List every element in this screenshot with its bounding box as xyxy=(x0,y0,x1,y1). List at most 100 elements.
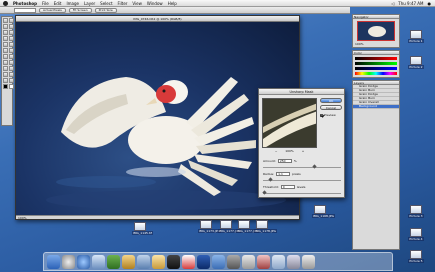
system-preferences-icon[interactable] xyxy=(227,255,240,269)
zoom-tool-icon[interactable] xyxy=(9,78,14,83)
menu-image[interactable]: Image xyxy=(66,1,79,6)
red-slider[interactable] xyxy=(355,57,397,60)
ichat-icon[interactable] xyxy=(107,255,120,269)
menu-select[interactable]: Select xyxy=(100,1,112,6)
type-tool-icon[interactable] xyxy=(9,60,14,65)
itunes-icon[interactable] xyxy=(137,255,150,269)
foreground-color-swatch[interactable] xyxy=(3,84,8,89)
print-size-button[interactable]: Print Size xyxy=(94,7,117,13)
menu-edit[interactable]: Edit xyxy=(54,1,62,6)
desktop-file-icon[interactable]: Picture 2 xyxy=(408,56,424,69)
path-selection-tool-icon[interactable] xyxy=(3,60,8,65)
actual-pixels-button[interactable]: Actual Pixels xyxy=(39,7,66,13)
address-book-icon[interactable] xyxy=(122,255,135,269)
healing-brush-tool-icon[interactable] xyxy=(3,36,8,41)
blur-tool-icon[interactable] xyxy=(3,54,8,59)
threshold-slider[interactable] xyxy=(262,190,341,195)
spotlight-icon[interactable]: ● xyxy=(428,1,432,6)
lasso-tool-icon[interactable] xyxy=(3,24,8,29)
preview-checkbox-row[interactable]: Preview xyxy=(320,113,336,117)
radius-slider[interactable] xyxy=(263,177,341,182)
green-slider[interactable] xyxy=(355,62,397,65)
amount-label: Amount: xyxy=(263,159,276,163)
menu-file[interactable]: File xyxy=(42,1,49,6)
volume-icon[interactable]: ◁ xyxy=(391,1,394,6)
history-brush-tool-icon[interactable] xyxy=(9,42,14,47)
dodge-tool-icon[interactable] xyxy=(9,54,14,59)
pen-tool-icon[interactable] xyxy=(3,66,8,71)
color-title[interactable]: Color xyxy=(353,51,399,55)
imovie-icon[interactable] xyxy=(167,255,180,269)
magic-wand-tool-icon[interactable] xyxy=(9,24,14,29)
cancel-button[interactable]: Cancel xyxy=(320,105,342,110)
desktop-file-icon[interactable]: IMG_1168.JPG xyxy=(312,205,335,218)
desktop-file-icon[interactable]: IMG_1173.JPG xyxy=(198,220,221,233)
safari-icon[interactable] xyxy=(77,255,90,269)
hand-tool-icon[interactable] xyxy=(3,78,8,83)
ok-button[interactable]: OK xyxy=(320,98,342,103)
desktop-file-icon[interactable]: IMG_1178.JPG xyxy=(254,220,277,233)
menubar-clock[interactable]: Thu 9:47 AM xyxy=(398,1,423,6)
folder-icon[interactable] xyxy=(272,255,285,269)
preview-checkbox[interactable] xyxy=(320,113,323,117)
navigator-thumbnail[interactable] xyxy=(357,21,395,41)
bridge-icon[interactable] xyxy=(212,255,225,269)
desktop-file-icon[interactable]: Picture 5 xyxy=(408,250,424,263)
photoshop-icon[interactable] xyxy=(197,255,210,269)
ical-icon[interactable] xyxy=(182,255,195,269)
trash-icon[interactable] xyxy=(302,255,315,269)
filter-preview[interactable] xyxy=(262,98,317,148)
shape-tool-icon[interactable] xyxy=(9,66,14,71)
amount-slider[interactable] xyxy=(263,164,341,169)
blue-slider[interactable] xyxy=(355,67,397,70)
desktop-file-icon[interactable]: Picture 4 xyxy=(408,228,424,241)
threshold-row: Threshold: 0 levels xyxy=(263,185,306,189)
threshold-field[interactable]: 0 xyxy=(280,185,295,189)
image-canvas[interactable] xyxy=(16,22,299,216)
layer-row-selected[interactable]: Background xyxy=(353,105,399,109)
preview-app-icon[interactable] xyxy=(242,255,255,269)
navigator-title[interactable]: Navigator xyxy=(353,15,399,19)
eraser-tool-icon[interactable] xyxy=(3,48,8,53)
threshold-slider-thumb[interactable] xyxy=(262,190,267,195)
zoom-in-button[interactable]: + xyxy=(302,149,305,153)
amount-unit: % xyxy=(293,159,297,163)
dashboard-icon[interactable] xyxy=(62,255,75,269)
desktop-file-icon[interactable]: IMG_1145.tif xyxy=(132,222,153,235)
menu-view[interactable]: View xyxy=(132,1,142,6)
menu-window[interactable]: Window xyxy=(147,1,163,6)
finder-icon[interactable] xyxy=(47,255,60,269)
desktop-file-icon[interactable]: Picture 3 xyxy=(408,205,424,218)
notes-tool-icon[interactable] xyxy=(3,72,8,77)
desktop-file-icon[interactable]: IMG_1177.JPG xyxy=(218,220,241,233)
apple-menu-icon[interactable] xyxy=(3,0,8,6)
radius-slider-thumb[interactable] xyxy=(268,177,273,182)
mail-icon[interactable] xyxy=(92,255,105,269)
fit-screen-button[interactable]: Fit Screen xyxy=(68,7,92,13)
desktop-file-icon[interactable]: IMG_1177.JPG xyxy=(236,220,259,233)
background-color-swatch[interactable] xyxy=(9,84,14,89)
desktop-file-icon[interactable]: Picture 1 xyxy=(408,30,424,43)
radius-field[interactable]: 1.1 xyxy=(276,172,291,176)
acrobat-icon[interactable] xyxy=(257,255,270,269)
slice-tool-icon[interactable] xyxy=(9,30,14,35)
tool-preset-field[interactable] xyxy=(14,7,36,13)
color-ramp[interactable] xyxy=(355,72,397,75)
zoom-out-button[interactable]: − xyxy=(275,149,278,153)
crop-tool-icon[interactable] xyxy=(3,30,8,35)
amount-slider-thumb[interactable] xyxy=(312,164,317,169)
app-menu[interactable]: Photoshop xyxy=(13,1,37,6)
eyedropper-tool-icon[interactable] xyxy=(9,72,14,77)
documents-stack-icon[interactable] xyxy=(287,255,300,269)
gradient-tool-icon[interactable] xyxy=(9,48,14,53)
menu-filter[interactable]: Filter xyxy=(118,1,128,6)
marquee-tool-icon[interactable] xyxy=(3,18,8,23)
navigator-zoom[interactable]: 100% xyxy=(353,42,399,46)
amount-field[interactable]: 250 xyxy=(277,159,292,163)
clone-stamp-tool-icon[interactable] xyxy=(3,42,8,47)
menu-layer[interactable]: Layer xyxy=(84,1,95,6)
iphoto-icon[interactable] xyxy=(152,255,165,269)
brush-tool-icon[interactable] xyxy=(9,36,14,41)
menu-help[interactable]: Help xyxy=(168,1,177,6)
move-tool-icon[interactable] xyxy=(9,18,14,23)
